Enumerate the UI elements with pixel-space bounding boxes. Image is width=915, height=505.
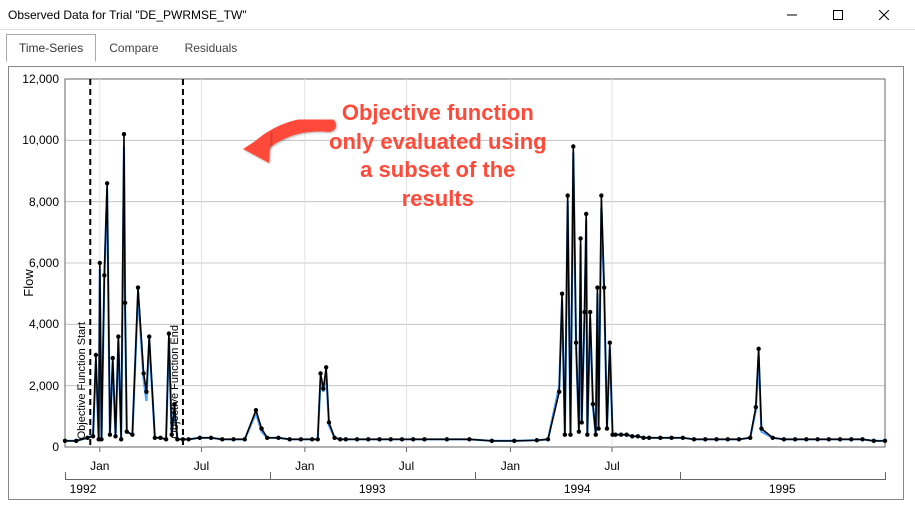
window-titlebar: Observed Data for Trial "DE_PWRMSE_TW" (0, 0, 915, 30)
window-controls (769, 0, 907, 30)
x-tick-label: Jan (90, 459, 109, 473)
x-tick-label: Jul (399, 459, 414, 473)
chart: Flow 02,0004,0006,0008,00010,00012,000 O… (8, 66, 904, 500)
y-tick-label: 2,000 (29, 379, 59, 393)
x-tick-label: Jan (501, 459, 520, 473)
y-tick-label: 0 (52, 440, 59, 454)
x-tick-label: Jan (295, 459, 314, 473)
y-tick-label: 4,000 (29, 317, 59, 331)
minimize-button[interactable] (769, 0, 815, 30)
tab-compare[interactable]: Compare (96, 34, 171, 62)
tab-time-series[interactable]: Time-Series (6, 34, 96, 62)
x-year-label: 1995 (769, 482, 796, 496)
obj-fn-start-label: Objective Function Start (76, 322, 88, 439)
plot-area[interactable]: Objective Function Start Objective Funct… (65, 79, 885, 447)
close-button[interactable] (861, 0, 907, 30)
window-title: Observed Data for Trial "DE_PWRMSE_TW" (8, 8, 769, 22)
tab-bar: Time-Series Compare Residuals (0, 30, 915, 62)
obj-fn-end-label: Objective Function End (169, 325, 181, 439)
y-axis-ticks: 02,0004,0006,0008,00010,00012,000 (9, 79, 63, 447)
maximize-button[interactable] (815, 0, 861, 30)
y-tick-label: 10,000 (22, 133, 59, 147)
tab-residuals[interactable]: Residuals (172, 34, 251, 62)
x-tick-label: Jul (604, 459, 619, 473)
y-tick-label: 6,000 (29, 256, 59, 270)
x-year-label: 1994 (564, 482, 591, 496)
y-tick-label: 12,000 (22, 72, 59, 86)
x-axis-year-row: 1992 1993 1994 1995 (65, 479, 885, 495)
x-year-label: 1992 (70, 482, 97, 496)
x-year-label: 1993 (359, 482, 386, 496)
y-tick-label: 8,000 (29, 195, 59, 209)
x-tick-label: Jul (194, 459, 209, 473)
